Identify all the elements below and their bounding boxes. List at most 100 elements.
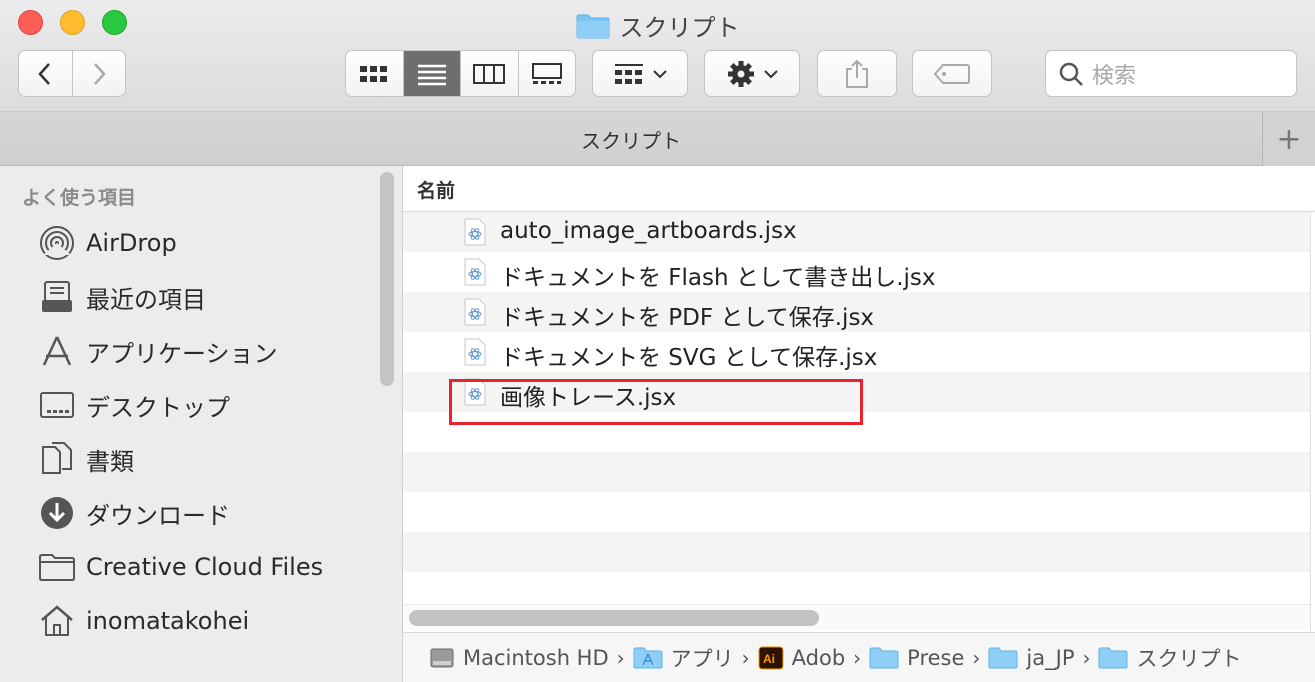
sidebar-item-creative-cloud-files[interactable]: Creative Cloud Files [38,547,323,587]
tab-current[interactable]: スクリプト [0,125,1262,154]
downloads-icon [38,494,76,532]
file-row[interactable]: ドキュメントを SVG として保存.jsx [403,332,1310,372]
share-button[interactable] [817,50,897,97]
view-mode-group [345,50,576,97]
sidebar-scrollbar[interactable] [380,172,394,386]
jsx-file-icon [464,218,486,246]
path-crumb-applications[interactable]: アプリ [633,643,734,673]
chevron-down-icon [764,69,778,78]
airdrop-icon [38,224,76,262]
jsx-file-icon [464,258,486,286]
highlight-annotation [449,379,863,425]
icon-view-button[interactable] [346,51,404,96]
sidebar-item-label: 書類 [86,447,134,476]
list-view-button[interactable] [403,51,461,96]
column-view-button[interactable] [461,51,519,96]
sidebar-item-label: AirDrop [86,229,177,257]
path-crumb-adobe[interactable]: Ai Adob [758,645,846,670]
file-name: auto_image_artboards.jsx [500,218,797,244]
chevron-right-icon [93,62,106,85]
jsx-file-icon [464,338,486,366]
path-separator: › [741,645,750,670]
sidebar-item-recents[interactable]: 最近の項目 [38,277,206,317]
back-forward-group [18,50,126,97]
list-view-icon [417,64,446,85]
path-crumb-label: Prese [907,645,965,670]
new-tab-button[interactable]: + [1262,112,1315,166]
file-name: ドキュメントを Flash として書き出し.jsx [500,265,936,291]
tab-bar: スクリプト + [0,112,1315,166]
search-icon [1059,62,1083,86]
sidebar: よく使う項目 AirDrop 最近の項目 アプリケーション デスクトップ 書類 … [0,166,403,682]
recents-icon [38,278,76,316]
illustrator-icon: Ai [758,646,784,669]
path-separator: › [616,645,625,670]
path-crumb-presets[interactable]: Prese [869,646,964,670]
sidebar-item-label: アプリケーション [86,339,278,368]
sidebar-item-applications[interactable]: アプリケーション [38,331,278,371]
file-name: ドキュメントを PDF として保存.jsx [500,305,875,331]
window-title: スクリプト [619,14,740,42]
sidebar-item-label: inomatakohei [86,607,250,635]
tag-icon [933,63,970,84]
documents-icon [38,440,76,478]
gallery-view-icon [531,62,562,84]
empty-row [403,452,1310,492]
column-divider [1310,212,1311,682]
empty-row [403,492,1310,532]
path-bar: Macintosh HD › アプリ › Ai Adob › Prese › j… [403,632,1315,682]
path-crumb-macintosh-hd[interactable]: Macintosh HD [429,646,609,670]
sidebar-item-home[interactable]: inomatakohei [38,601,249,641]
search-field[interactable]: 検索 [1045,50,1297,97]
folder-icon [1098,647,1128,668]
sidebar-item-label: 最近の項目 [86,285,206,314]
file-list-pane: 名前 auto_image_artboards.jsx ドキュメントを Flas… [403,166,1315,682]
path-separator: › [972,645,981,670]
gallery-view-button[interactable] [519,51,576,96]
file-row[interactable]: ドキュメントを Flash として書き出し.jsx [403,252,1310,292]
path-crumb-ja-jp[interactable]: ja_JP [988,646,1074,670]
sidebar-item-downloads[interactable]: ダウンロード [38,493,230,533]
home-icon [38,602,76,640]
gear-icon [728,60,754,87]
action-button[interactable] [704,50,800,97]
column-header-name[interactable]: 名前 [403,166,1315,212]
path-crumb-label: スクリプト [1136,646,1242,671]
forward-button[interactable] [73,51,126,96]
tag-button[interactable] [912,50,992,97]
folder-icon [988,647,1018,668]
path-crumb-label: Adob [791,645,846,670]
sidebar-item-documents[interactable]: 書類 [38,439,134,479]
arrange-button[interactable] [592,50,688,97]
path-crumb-scripts[interactable]: スクリプト [1098,643,1241,673]
jsx-file-icon [464,298,486,326]
sidebar-item-desktop[interactable]: デスクトップ [38,385,230,425]
sidebar-item-label: Creative Cloud Files [86,553,324,581]
back-button[interactable] [19,51,73,96]
folder-icon [38,548,76,586]
toolbar: スクリプト 検索 [0,0,1315,112]
file-row[interactable]: ドキュメントを PDF として保存.jsx [403,292,1310,332]
horizontal-scrollbar-thumb[interactable] [409,610,819,626]
folder-icon [869,647,899,668]
file-name: ドキュメントを SVG として保存.jsx [500,345,878,371]
sidebar-heading-favorites: よく使う項目 [22,187,137,209]
share-icon [846,59,868,88]
path-separator: › [853,645,862,670]
harddisk-icon [430,648,454,667]
sidebar-item-airdrop[interactable]: AirDrop [38,223,177,263]
chevron-left-icon [38,62,51,85]
applications-folder-icon [633,647,663,668]
file-row[interactable]: auto_image_artboards.jsx [403,212,1310,252]
column-header-label: 名前 [417,180,456,202]
horizontal-scrollbar[interactable] [403,604,1310,630]
column-view-icon [473,63,506,84]
path-crumb-label: アプリ [670,646,734,671]
path-separator: › [1082,645,1091,670]
sidebar-item-label: デスクトップ [86,393,230,422]
desktop-icon [38,386,76,424]
empty-row [403,532,1310,572]
group-icon [615,63,643,84]
icon-view-icon [360,65,388,82]
path-crumb-label: Macintosh HD [463,645,609,670]
